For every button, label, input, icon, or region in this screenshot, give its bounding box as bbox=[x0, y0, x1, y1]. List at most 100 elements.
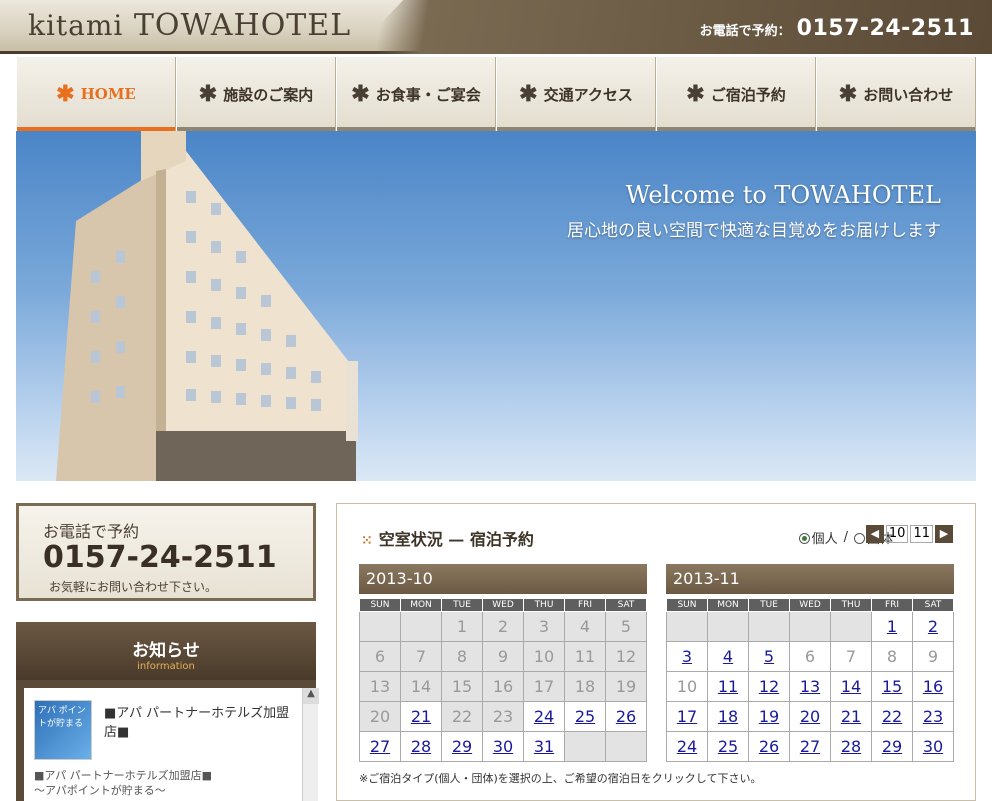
calendar-empty-cell bbox=[666, 611, 708, 642]
nav-home[interactable]: ✱ HOME bbox=[16, 57, 176, 131]
asterisk-icon: ✱ bbox=[838, 81, 858, 107]
calendar-day-available[interactable]: 14 bbox=[830, 671, 872, 702]
nav-contact[interactable]: ✱ お問い合わせ bbox=[816, 57, 976, 131]
nav-facilities[interactable]: ✱ 施設のご案内 bbox=[176, 57, 336, 131]
calendar-day-available[interactable]: 23 bbox=[912, 701, 954, 732]
calendar-day-unavailable: 3 bbox=[523, 611, 565, 642]
logo-big: TOWAHOTEL bbox=[133, 8, 352, 43]
calendar-day-unavailable: 5 bbox=[605, 611, 647, 642]
radio-checked-icon[interactable] bbox=[798, 533, 810, 544]
calendar-day-available[interactable]: 31 bbox=[523, 731, 565, 762]
apa-point-card-image[interactable]: アパ ポイントが貯まる bbox=[34, 700, 92, 760]
prev-month-icon[interactable]: ◀ bbox=[865, 525, 884, 543]
nav-label: ご宿泊予約 bbox=[710, 85, 786, 104]
weekday-header: TUE bbox=[748, 598, 790, 612]
calendar-day-available[interactable]: 12 bbox=[748, 671, 790, 702]
calendar-day-available[interactable]: 21 bbox=[400, 701, 442, 732]
calendar-day-available[interactable]: 1 bbox=[871, 611, 913, 642]
calendar-day-available[interactable]: 22 bbox=[871, 701, 913, 732]
calendar-day-unavailable: 9 bbox=[482, 641, 524, 672]
calendar-day-available[interactable]: 4 bbox=[707, 641, 749, 672]
calendar-day-available[interactable]: 13 bbox=[789, 671, 831, 702]
month-button-10[interactable]: 10 bbox=[885, 525, 909, 543]
calendar-day-available[interactable]: 5 bbox=[748, 641, 790, 672]
calendar-day-available[interactable]: 26 bbox=[748, 731, 790, 762]
radio-unchecked-icon[interactable] bbox=[853, 533, 865, 544]
logo-small: kitami bbox=[28, 9, 124, 42]
calendar-day-available[interactable]: 15 bbox=[871, 671, 913, 702]
calendar-day-available[interactable]: 28 bbox=[400, 731, 442, 762]
weekday-header: WED bbox=[789, 598, 831, 612]
calendar-day-available[interactable]: 11 bbox=[707, 671, 749, 702]
calendar-day-available[interactable]: 29 bbox=[441, 731, 483, 762]
phone-reservation-box: お電話で予約 0157-24-2511 お気軽にお問い合わせ下さい。 bbox=[16, 503, 316, 601]
calendar-day-unavailable: 7 bbox=[400, 641, 442, 672]
site-logo[interactable]: kitami TOWAHOTEL bbox=[28, 8, 351, 43]
main-nav: ✱ HOME ✱ 施設のご案内 ✱ お食事・ご宴会 ✱ 交通アクセス ✱ ご宿泊予約 ✱ お… bbox=[16, 57, 976, 131]
news-item-line: ■アパ パートナーホテルズ加盟店■ bbox=[34, 769, 213, 782]
site-header: kitami TOWAHOTEL お電話で予約： 0157-24-2511 bbox=[0, 0, 992, 54]
calendar-week-row: 27 28 29 30 31 bbox=[359, 731, 647, 762]
nav-label: 施設のご案内 bbox=[223, 85, 314, 104]
calendar-day-available[interactable]: 3 bbox=[666, 641, 708, 672]
scroll-up-icon[interactable]: ▲ bbox=[303, 688, 319, 704]
next-month-icon[interactable]: ▶ bbox=[935, 525, 953, 543]
asterisk-icon: ✱ bbox=[56, 81, 75, 107]
calendar-week-row: 10 11 12 13 14 15 16 bbox=[666, 671, 954, 702]
calendar-day-available[interactable]: 2 bbox=[912, 611, 954, 642]
calendar-day-available[interactable]: 30 bbox=[482, 731, 524, 762]
news-scrollbar[interactable]: ▲ bbox=[302, 688, 319, 801]
hero-welcome: Welcome to TOWAHOTEL bbox=[625, 181, 941, 209]
calendar-week-row: 12 bbox=[666, 611, 954, 642]
calendar-day-available[interactable]: 25 bbox=[564, 701, 606, 732]
news-item-line: ～アパポイントが貯まる～ bbox=[34, 784, 166, 797]
hotel-building-image bbox=[56, 131, 358, 481]
calendar-day-unavailable: 6 bbox=[789, 641, 831, 672]
calendar-week-row: 20 21 22 23 24 25 26 bbox=[359, 701, 647, 732]
weekday-header: THU bbox=[523, 598, 565, 612]
nav-dining[interactable]: ✱ お食事・ご宴会 bbox=[336, 57, 496, 131]
calendar-day-available[interactable]: 29 bbox=[871, 731, 913, 762]
nav-label: お問い合わせ bbox=[863, 85, 954, 104]
calendar-day-available[interactable]: 27 bbox=[359, 731, 401, 762]
news-panel: お知らせ information アパ ポイントが貯まる ■アパ パートナーホテ… bbox=[16, 622, 319, 801]
calendar-week-row: 3456789 bbox=[666, 641, 954, 672]
calendar-day-available[interactable]: 28 bbox=[830, 731, 872, 762]
calendar-day-available[interactable]: 20 bbox=[789, 701, 831, 732]
calendar-october: 2013-10 SUN MON TUE WED THU FRI SAT 1 2 3 4 5 6 7 8 9 10… bbox=[359, 564, 647, 762]
nav-access[interactable]: ✱ 交通アクセス bbox=[496, 57, 656, 131]
calendar-day-available[interactable]: 25 bbox=[707, 731, 749, 762]
calendar-day-unavailable: 8 bbox=[441, 641, 483, 672]
news-image-text: アパ ポイントが貯まる bbox=[38, 706, 86, 729]
calendar-day-unavailable: 23 bbox=[482, 701, 524, 732]
calendar-day-available[interactable]: 21 bbox=[830, 701, 872, 732]
calendar-day-available[interactable]: 24 bbox=[666, 731, 708, 762]
calendar-day-available[interactable]: 19 bbox=[748, 701, 790, 732]
calendar-day-available[interactable]: 26 bbox=[605, 701, 647, 732]
calendar-day-unavailable: 6 bbox=[359, 641, 401, 672]
calendar-day-available[interactable]: 30 bbox=[912, 731, 954, 762]
news-item-title[interactable]: ■アパ パートナーホテルズ加盟店■ bbox=[104, 702, 294, 740]
calendar-week-row: 13 14 15 16 17 18 19 bbox=[359, 671, 647, 702]
weekday-header: FRI bbox=[564, 598, 606, 612]
calendar-empty-cell bbox=[359, 611, 401, 642]
calendar-day-available[interactable]: 18 bbox=[707, 701, 749, 732]
calendar-day-unavailable: 16 bbox=[482, 671, 524, 702]
phone-box-note: お気軽にお問い合わせ下さい。 bbox=[49, 580, 218, 594]
calendar-day-available[interactable]: 16 bbox=[912, 671, 954, 702]
calendar-day-available[interactable]: 17 bbox=[666, 701, 708, 732]
calendar-day-available[interactable]: 24 bbox=[523, 701, 565, 732]
calendar-day-available[interactable]: 27 bbox=[789, 731, 831, 762]
calendar-day-unavailable: 8 bbox=[871, 641, 913, 672]
news-header: お知らせ information bbox=[16, 622, 316, 680]
radio-individual[interactable]: 個人 bbox=[798, 528, 838, 547]
weekday-header: MON bbox=[707, 598, 749, 612]
calendar-week-row: 24 25 26 27 28 29 30 bbox=[666, 731, 954, 762]
nav-booking[interactable]: ✱ ご宿泊予約 bbox=[656, 57, 816, 131]
calendar-day-unavailable: 13 bbox=[359, 671, 401, 702]
calendar-day-unavailable: 14 bbox=[400, 671, 442, 702]
nav-label: 交通アクセス bbox=[543, 85, 633, 104]
month-button-11[interactable]: 11 bbox=[910, 525, 933, 543]
calendar-day-unavailable: 22 bbox=[441, 701, 483, 732]
asterisk-icon: ✱ bbox=[351, 81, 370, 107]
